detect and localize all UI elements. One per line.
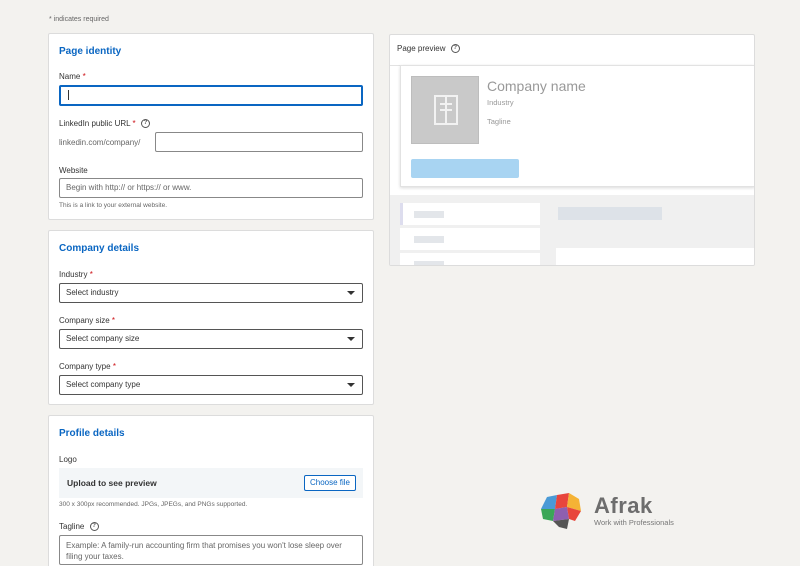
page-identity-title: Page identity (59, 46, 122, 57)
page-identity-card: Page identity Name * LinkedIn public URL… (48, 33, 374, 220)
dropdown-caret-icon (347, 291, 355, 295)
company-type-select[interactable]: Select company type (59, 375, 363, 395)
skeleton-nav-item (400, 228, 540, 250)
website-input[interactable]: Begin with http:// or https:// or www. (59, 178, 363, 198)
required-note: * indicates required (49, 16, 109, 23)
follow-button-placeholder (411, 159, 519, 178)
skeleton-heading (558, 207, 662, 220)
tagline-textarea[interactable]: Example: A family-run accounting firm th… (59, 535, 363, 565)
preview-company-name: Company name (487, 78, 586, 94)
watermark-name: Afrak (594, 493, 653, 518)
industry-label: Industry * (59, 270, 93, 279)
building-icon (434, 95, 458, 125)
upload-text: Upload to see preview (67, 478, 157, 488)
skeleton-area (390, 195, 754, 265)
logo-upload-area: Upload to see preview Choose file (59, 468, 363, 498)
website-helper: This is a link to your external website. (59, 202, 168, 209)
watermark-tagline: Work with Professionals (594, 518, 674, 527)
url-label: LinkedIn public URL * ? (59, 119, 150, 129)
preview-title: Page preview ? (397, 44, 460, 54)
company-size-select[interactable]: Select company size (59, 329, 363, 349)
help-icon[interactable]: ? (450, 44, 460, 54)
profile-details-card: Profile details Logo Upload to see previ… (48, 415, 374, 566)
company-size-label: Company size * (59, 316, 116, 325)
profile-details-title: Profile details (59, 428, 125, 439)
logo-helper: 300 x 300px recommended. JPGs, JPEGs, an… (59, 501, 248, 508)
website-label: Website (59, 166, 88, 175)
preview-tagline: Tagline (487, 117, 511, 126)
help-icon[interactable]: ? (140, 119, 150, 129)
logo-label: Logo (59, 455, 77, 464)
website-placeholder: Begin with http:// or https:// or www. (66, 183, 192, 192)
skeleton-nav-item (400, 203, 540, 225)
choose-file-button[interactable]: Choose file (303, 475, 356, 491)
industry-select[interactable]: Select industry (59, 283, 363, 303)
skeleton-content (556, 248, 754, 265)
company-type-label: Company type * (59, 362, 116, 371)
url-prefix: linkedin.com/company/ (59, 138, 141, 147)
public-url-input[interactable] (155, 132, 363, 152)
skeleton-nav-item (400, 253, 540, 265)
page-preview-card: Page preview ? Company name Industry Tag… (389, 34, 755, 266)
brain-logo-icon (541, 493, 581, 529)
tagline-label: Tagline ? (59, 522, 99, 532)
help-icon[interactable]: ? (89, 522, 99, 532)
company-details-title: Company details (59, 243, 140, 254)
text-cursor (68, 89, 69, 100)
logo-placeholder (411, 76, 479, 144)
preview-company-card: Company name Industry Tagline (400, 65, 754, 187)
dropdown-caret-icon (347, 383, 355, 387)
company-details-card: Company details Industry * Select indust… (48, 230, 374, 405)
name-label: Name * (59, 72, 86, 81)
name-input[interactable] (59, 85, 363, 106)
preview-industry: Industry (487, 98, 514, 107)
dropdown-caret-icon (347, 337, 355, 341)
